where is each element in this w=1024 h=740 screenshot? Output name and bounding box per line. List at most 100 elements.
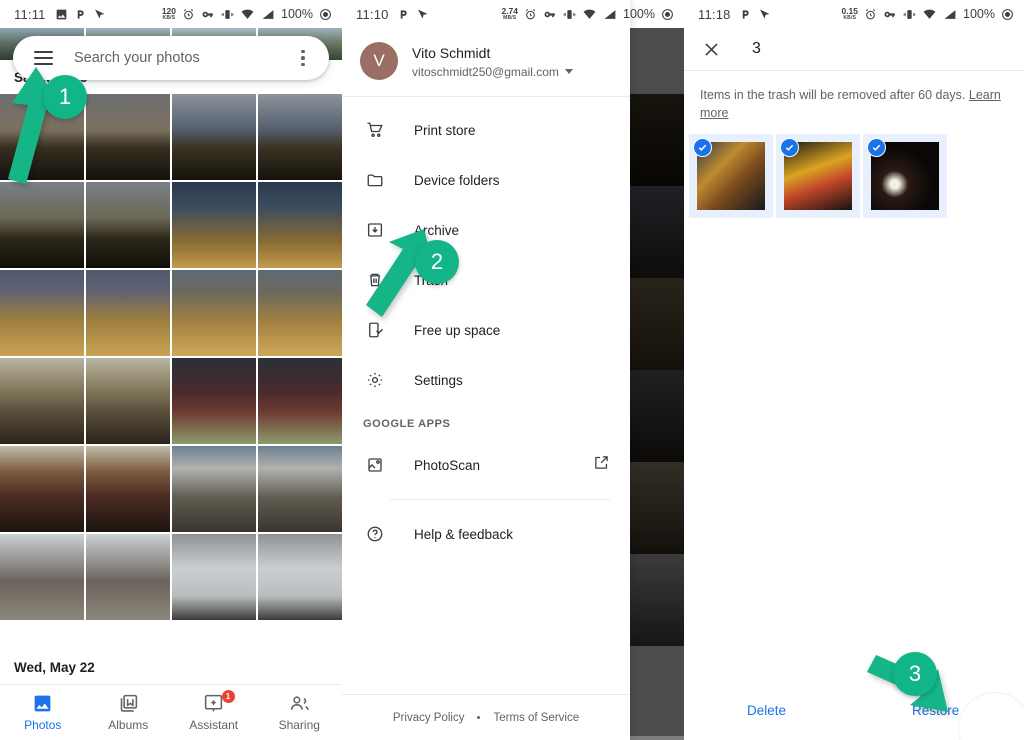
search-input[interactable]: Search your photos: [74, 50, 283, 66]
photo-thumbnail[interactable]: [86, 270, 170, 356]
decorative-circle: [958, 692, 1024, 740]
navigation-drawer: 11:10 2.74 MB/S 100% V Vito Schmidt vito…: [342, 0, 673, 740]
menu-item-archive[interactable]: Archive: [342, 210, 630, 250]
selected-item[interactable]: [689, 134, 773, 218]
assistant-badge: 1: [221, 690, 235, 703]
folder-icon: [363, 171, 387, 189]
privacy-policy-link[interactable]: Privacy Policy: [393, 712, 465, 724]
image-icon: [56, 9, 66, 19]
photo-thumbnail[interactable]: [0, 534, 84, 620]
parking-p-icon: [742, 9, 749, 19]
photo-thumbnail[interactable]: [0, 446, 84, 532]
battery-saver-icon: [1002, 8, 1013, 20]
archive-icon: [363, 221, 387, 239]
nav-label: Assistant: [189, 718, 239, 732]
nav-label: Sharing: [278, 718, 320, 732]
menu-item-free-up-space[interactable]: Free up space: [342, 310, 630, 350]
cart-icon: [363, 121, 387, 139]
nav-item-photos[interactable]: Photos: [0, 693, 86, 732]
menu-item-photoscan[interactable]: PhotoScan: [342, 445, 630, 485]
account-email-row[interactable]: vitoschmidt250@gmail.com: [412, 65, 573, 79]
trash-retention-notice: Items in the trash will be removed after…: [684, 71, 1024, 134]
alarm-icon: [865, 8, 876, 19]
photo-thumbnail[interactable]: [172, 270, 256, 356]
photo-thumbnail[interactable]: [86, 94, 170, 180]
cursor-icon: [759, 9, 770, 18]
section-label-google-apps: GOOGLE APPS: [363, 418, 451, 430]
photo-thumbnail[interactable]: [0, 270, 84, 356]
menu-item-print-store[interactable]: Print store: [342, 110, 630, 150]
photo-thumbnail[interactable]: [258, 358, 342, 444]
background-photo-strip: [628, 28, 684, 740]
photo-thumbnail: [628, 278, 684, 370]
trash-notice-text: Items in the trash will be removed after…: [700, 88, 966, 102]
menu-item-label: Device folders: [414, 172, 500, 188]
more-vert-icon[interactable]: [283, 49, 323, 67]
selected-count: 3: [752, 40, 761, 57]
status-time: 11:11: [14, 6, 46, 22]
annotation-badge-1: 1: [43, 75, 87, 119]
photo-thumbnail[interactable]: [172, 534, 256, 620]
photo-thumbnail[interactable]: [86, 358, 170, 444]
photo-thumbnail: [628, 94, 684, 186]
menu-item-help-feedback[interactable]: Help & feedback: [342, 514, 630, 554]
photo-thumbnail[interactable]: [258, 94, 342, 180]
hamburger-menu-icon[interactable]: [21, 51, 65, 65]
menu-item-trash[interactable]: Trash: [342, 260, 630, 300]
gear-icon: [363, 371, 387, 389]
status-bar: 11:11 120 KB/S 100%: [0, 0, 342, 28]
photo-thumbnail[interactable]: [172, 182, 256, 268]
footer-separator: [477, 716, 481, 719]
menu-item-settings[interactable]: Settings: [342, 360, 630, 400]
terms-of-service-link[interactable]: Terms of Service: [493, 712, 579, 724]
close-icon[interactable]: [698, 36, 724, 62]
data-rate-indicator: 120 KB/S: [161, 6, 177, 21]
photo-thumbnail[interactable]: [86, 534, 170, 620]
photo-thumbnail[interactable]: [86, 182, 170, 268]
battery-saver-icon: [662, 8, 673, 20]
account-header[interactable]: V Vito Schmidt vitoschmidt250@gmail.com: [342, 28, 630, 96]
account-name: Vito Schmidt: [412, 44, 491, 61]
avatar[interactable]: V: [360, 42, 398, 80]
cursor-icon: [417, 9, 428, 18]
account-email: vitoschmidt250@gmail.com: [412, 64, 559, 79]
divider: [342, 96, 630, 97]
photo-thumbnail[interactable]: [0, 182, 84, 268]
status-left-icons: [740, 8, 770, 21]
nav-item-sharing[interactable]: Sharing: [257, 693, 343, 732]
photo-thumbnail: [628, 554, 684, 646]
open-in-new-icon[interactable]: [593, 454, 610, 476]
selected-item[interactable]: [776, 134, 860, 218]
selection-check-icon[interactable]: [780, 138, 799, 157]
photo-thumbnail[interactable]: [258, 534, 342, 620]
selected-item[interactable]: [863, 134, 947, 218]
photo-thumbnail[interactable]: [0, 358, 84, 444]
photo-row: [0, 446, 342, 532]
search-bar[interactable]: Search your photos: [13, 36, 329, 80]
photo-thumbnail[interactable]: [172, 358, 256, 444]
photo-thumbnail[interactable]: [258, 270, 342, 356]
menu-item-device-folders[interactable]: Device folders: [342, 160, 630, 200]
photo-thumbnail[interactable]: [258, 446, 342, 532]
data-rate-indicator: 2.74 MB/S: [501, 6, 519, 21]
restore-button[interactable]: Restore: [912, 703, 959, 718]
cursor-icon: [94, 9, 105, 18]
photo-thumbnail[interactable]: [258, 182, 342, 268]
chevron-down-icon[interactable]: [564, 69, 573, 74]
bottom-navigation: Photos Albums 1 Assistant Sharing: [0, 684, 342, 740]
vpn-key-icon: [884, 11, 895, 17]
nav-item-assistant[interactable]: 1 Assistant: [171, 690, 257, 732]
photoscan-icon: [363, 456, 387, 474]
trash-icon: [363, 271, 387, 289]
menu-item-label: Print store: [414, 122, 476, 138]
photo-thumbnail[interactable]: [86, 446, 170, 532]
selection-check-icon[interactable]: [693, 138, 712, 157]
signal-icon: [944, 9, 956, 19]
selection-check-icon[interactable]: [867, 138, 886, 157]
selection-appbar: 3: [684, 28, 1024, 70]
status-left-icons: [55, 8, 105, 21]
photo-thumbnail[interactable]: [172, 446, 256, 532]
delete-button[interactable]: Delete: [747, 703, 786, 718]
nav-item-albums[interactable]: Albums: [86, 693, 172, 732]
photo-thumbnail[interactable]: [172, 94, 256, 180]
